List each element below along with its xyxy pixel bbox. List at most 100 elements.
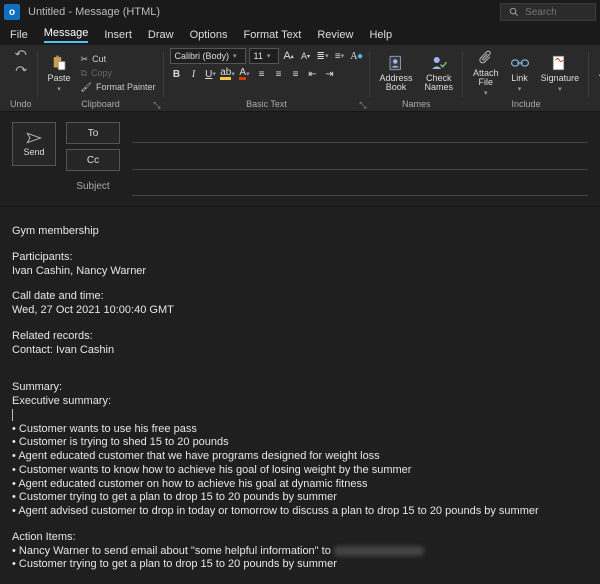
undo-icon[interactable]	[14, 48, 28, 62]
cut-icon: ✂	[81, 54, 89, 65]
ribbon: Undo Paste ▾ ✂Cut ⧉Copy 🖌Format Painter …	[0, 46, 600, 112]
bullet-item: • Agent educated customer on how to achi…	[12, 478, 588, 492]
check-names-icon	[430, 54, 448, 72]
copy-icon: ⧉	[81, 68, 87, 79]
bullet-item: • Customer trying to get a plan to drop …	[12, 491, 588, 505]
font-size-select[interactable]: 11▾	[249, 48, 279, 64]
cc-button[interactable]: Cc	[66, 149, 120, 171]
bullet-item: • Agent advised customer to drop in toda…	[12, 505, 588, 519]
grow-font-icon[interactable]: A▴	[282, 49, 296, 63]
decrease-indent-icon[interactable]: ⇤	[306, 67, 320, 81]
bullet-item: • Customer wants to know how to achieve …	[12, 464, 588, 478]
highlight-icon[interactable]: ab▾	[221, 67, 235, 81]
message-body[interactable]: Gym membership Participants: Ivan Cashin…	[0, 207, 600, 584]
paste-button[interactable]: Paste ▾	[44, 49, 75, 97]
paste-icon	[50, 54, 68, 72]
exec-summary-label: Executive summary:	[12, 395, 588, 409]
participants-label: Participants:	[12, 251, 588, 265]
attach-file-button[interactable]: Attach File▾	[469, 49, 503, 97]
group-label-basic-text: Basic Text	[170, 98, 364, 111]
increase-indent-icon[interactable]: ⇥	[323, 67, 337, 81]
styles-icon[interactable]: A◆	[350, 49, 364, 63]
related-value: Contact: Ivan Cashin	[12, 344, 588, 358]
italic-icon[interactable]: I	[187, 67, 201, 81]
link-button[interactable]: Link▾	[507, 49, 533, 97]
cc-input[interactable]	[132, 150, 588, 170]
to-input[interactable]	[132, 123, 588, 143]
paperclip-icon	[477, 49, 495, 67]
tab-format-text[interactable]: Format Text	[243, 29, 301, 41]
bullet-item: • Customer wants to use his free pass	[12, 423, 588, 437]
align-left-icon[interactable]: ≡	[255, 67, 269, 81]
obfuscated-text	[334, 546, 424, 556]
message-header: Send To Cc Subject	[0, 112, 600, 207]
body-subject: Gym membership	[12, 225, 588, 239]
basic-text-launcher-icon[interactable]: ⤡	[359, 100, 366, 111]
tab-help[interactable]: Help	[369, 29, 392, 41]
link-icon	[511, 54, 529, 72]
related-label: Related records:	[12, 330, 588, 344]
group-label-names: Names	[376, 98, 458, 111]
search-input[interactable]	[525, 7, 589, 18]
tab-file[interactable]: File	[10, 29, 28, 41]
paste-label: Paste	[48, 74, 71, 83]
group-label-include: Include	[469, 98, 583, 111]
bullets-icon[interactable]: ≣▾	[316, 49, 330, 63]
search-box[interactable]	[500, 3, 596, 21]
action-item: • Customer trying to get a plan to drop …	[12, 558, 588, 572]
address-book-icon	[387, 54, 405, 72]
outlook-icon: o	[4, 4, 20, 20]
tab-insert[interactable]: Insert	[104, 29, 132, 41]
group-clipboard: Paste ▾ ✂Cut ⧉Copy 🖌Format Painter Clipb…	[38, 48, 164, 111]
bullet-item: • Agent educated customer that we have p…	[12, 450, 588, 464]
participants-value: Ivan Cashin, Nancy Warner	[12, 265, 588, 279]
align-right-icon[interactable]: ≡	[289, 67, 303, 81]
text-cursor	[12, 409, 13, 421]
summary-label: Summary:	[12, 381, 588, 395]
font-color-icon[interactable]: A▾	[238, 67, 252, 81]
numbering-icon[interactable]: ≡▾	[333, 49, 347, 63]
action-items-label: Action Items:	[12, 531, 588, 545]
tab-review[interactable]: Review	[317, 29, 353, 41]
group-undo: Undo	[4, 48, 38, 111]
tab-draw[interactable]: Draw	[148, 29, 174, 41]
assign-policy-button[interactable]: Assign Policy▾	[595, 49, 600, 97]
action-item: • Nancy Warner to send email about "some…	[12, 545, 588, 559]
title-bar: o Untitled - Message (HTML)	[0, 0, 600, 24]
subject-input[interactable]	[132, 176, 588, 196]
check-names-button[interactable]: Check Names	[421, 49, 458, 97]
group-label-tags: Ta	[595, 98, 600, 111]
signature-icon	[551, 54, 569, 72]
tab-message[interactable]: Message	[44, 27, 89, 43]
format-painter-button[interactable]: 🖌Format Painter	[79, 81, 158, 94]
group-tags: Assign Policy▾ ! ↓ Ta	[589, 48, 600, 111]
group-include: Attach File▾ Link▾ Signature▾ Include	[463, 48, 589, 111]
ribbon-tabs: File Message Insert Draw Options Format …	[0, 24, 600, 46]
tab-options[interactable]: Options	[190, 29, 228, 41]
clipboard-launcher-icon[interactable]: ⤡	[153, 100, 160, 111]
shrink-font-icon[interactable]: A▾	[299, 49, 313, 63]
to-button[interactable]: To	[66, 122, 120, 144]
align-center-icon[interactable]: ≡	[272, 67, 286, 81]
brush-icon: 🖌	[81, 82, 92, 93]
subject-label: Subject	[66, 181, 120, 192]
font-family-select[interactable]: Calibri (Body)▾	[170, 48, 246, 64]
group-label-clipboard: Clipboard	[44, 98, 158, 111]
address-book-button[interactable]: Address Book	[376, 49, 417, 97]
group-label-undo: Undo	[10, 98, 32, 111]
bullet-item: • Customer is trying to shed 15 to 20 po…	[12, 436, 588, 450]
send-icon	[26, 132, 42, 144]
send-button[interactable]: Send	[12, 122, 56, 166]
copy-button[interactable]: ⧉Copy	[79, 67, 158, 80]
group-names: Address Book Check Names Names	[370, 48, 464, 111]
signature-button[interactable]: Signature▾	[537, 49, 584, 97]
search-icon	[507, 3, 521, 21]
cut-button[interactable]: ✂Cut	[79, 53, 158, 66]
call-date-label: Call date and time:	[12, 290, 588, 304]
redo-icon[interactable]	[14, 64, 28, 78]
call-date-value: Wed, 27 Oct 2021 10:00:40 GMT	[12, 304, 588, 318]
bold-icon[interactable]: B	[170, 67, 184, 81]
group-basic-text: Calibri (Body)▾ 11▾ A▴ A▾ ≣▾ ≡▾ A◆ B I U…	[164, 48, 370, 111]
underline-icon[interactable]: U▾	[204, 67, 218, 81]
window-title: Untitled - Message (HTML)	[28, 6, 160, 18]
